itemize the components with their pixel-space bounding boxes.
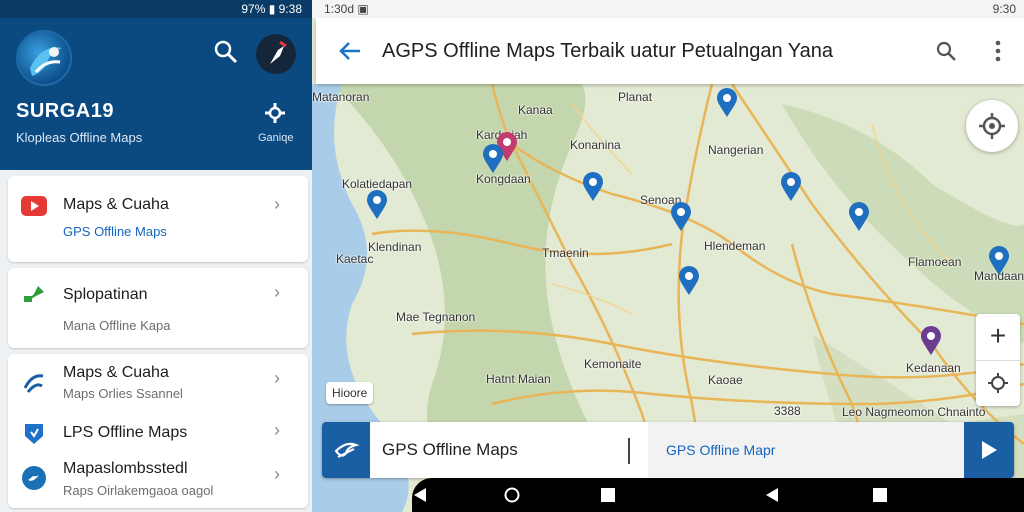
map-pin-icon[interactable] [670, 202, 692, 232]
place-label: Kanaa [518, 103, 553, 117]
chevron-right-icon: › [274, 282, 280, 302]
text-cursor [628, 438, 630, 464]
menu-item[interactable]: Maps & Cuaha Maps Orlies Ssannel › [8, 354, 308, 410]
map-pin-icon[interactable] [988, 246, 1010, 276]
map-pin-icon[interactable] [920, 326, 942, 356]
map-pin-icon[interactable] [366, 190, 388, 220]
menu-item-title: Maps & Cuaha [63, 364, 169, 381]
compass-icon[interactable] [256, 34, 296, 74]
app-root: 97% ▮ 9:38 SURGA19 Klopleas Offline Maps [0, 0, 1024, 512]
drawer-header: SURGA19 Klopleas Offline Maps Ganiqe [0, 18, 312, 170]
menu-card: Splopatinan Mana Offline Kapa › [8, 268, 308, 348]
place-label: Kongdaan [476, 172, 531, 186]
menu-item-subtitle: Raps Oirlakemgaoa oagol [63, 483, 214, 498]
menu-item[interactable]: LPS Offline Maps › [8, 414, 308, 452]
route-icon [322, 422, 370, 478]
place-label: Kedanaan [906, 361, 961, 375]
menu-item[interactable]: Mapaslombsstedl Raps Oirlakemgaoa oagol … [8, 456, 308, 508]
search-icon[interactable] [934, 39, 958, 63]
place-label: Hatnt Maian [486, 372, 551, 386]
go-button[interactable] [964, 422, 1014, 478]
target-icon [988, 372, 1008, 393]
menu-card: Maps & Cuaha Maps Orlies Ssannel › LPS O… [8, 354, 308, 508]
settings-icon[interactable] [264, 102, 286, 124]
bottom-bar-secondary: GPS Offline Mapr [648, 422, 966, 478]
map-app-bar: AGPS Offline Maps Terbaik uatur Petualng… [316, 18, 1024, 84]
menu-item-title: Mapaslombsstedl [63, 460, 188, 477]
nav-back-icon[interactable] [412, 487, 428, 503]
place-label: Kaoae [708, 373, 743, 387]
status-text: 97% ▮ 9:38 [241, 2, 302, 16]
bottom-bar-subtitle[interactable]: GPS Offline Mapr [666, 442, 775, 458]
right-status-bar: 1:30d ▣ 9:30 [312, 0, 1024, 18]
place-label: Flamoean [908, 255, 962, 269]
system-navigation-bar [412, 478, 1024, 512]
place-label: Leo Nagmeomon Chnainto [842, 405, 986, 419]
scale-badge: Hioore [326, 382, 374, 404]
place-label: Kaetac [336, 252, 374, 266]
menu-item[interactable]: Splopatinan Mana Offline Kapa › [8, 268, 308, 348]
bottom-bar-title: GPS Offline Maps [382, 440, 518, 459]
bottom-info-bar[interactable]: GPS Offline Maps GPS Offline Mapr [322, 422, 1014, 478]
map-pin-icon[interactable] [716, 88, 738, 118]
map-title: AGPS Offline Maps Terbaik uatur Petualng… [382, 40, 834, 62]
place-label: Tmaenin [542, 246, 589, 260]
twitter-icon [20, 464, 48, 492]
back-arrow-icon[interactable] [336, 37, 364, 65]
menu-item-title: LPS Offline Maps [63, 424, 188, 441]
nav-home-icon[interactable] [504, 487, 520, 503]
navigation-drawer: 97% ▮ 9:38 SURGA19 Klopleas Offline Maps [0, 0, 312, 512]
left-status-bar: 97% ▮ 9:38 [0, 0, 312, 18]
crosshair-icon [979, 113, 1005, 139]
settings-label[interactable]: Ganiqe [258, 132, 293, 144]
place-label: Mae Tegnanon [396, 310, 476, 324]
map-pin-icon[interactable] [848, 202, 870, 232]
youtube-icon [20, 192, 48, 220]
app-name: SURGA19 [16, 100, 114, 122]
menu-item-title: Maps & Cuaha [63, 196, 169, 213]
nav-recents-icon[interactable] [872, 487, 888, 503]
search-icon[interactable] [212, 38, 240, 66]
app-subtitle: Klopleas Offline Maps [16, 130, 143, 145]
map-screen: 1:30d ▣ 9:30 Matanoran Kanaa Planat Kong… [312, 0, 1024, 512]
app-logo-icon [16, 30, 72, 86]
place-label: Matanoran [312, 90, 370, 104]
recenter-button[interactable] [976, 360, 1020, 404]
map-pin-icon[interactable] [780, 172, 802, 202]
play-arrow-icon [982, 441, 997, 459]
chevron-right-icon: › [274, 368, 280, 388]
place-label: Konanina [570, 138, 621, 152]
menu-item-subtitle: Maps Orlies Ssannel [63, 386, 183, 401]
status-left: 1:30d ▣ [324, 2, 369, 16]
chevron-right-icon: › [274, 464, 280, 484]
status-right: 9:30 [992, 2, 1016, 16]
place-label: Nangerian [708, 143, 764, 157]
my-location-button[interactable] [966, 100, 1018, 152]
chevron-right-icon: › [274, 194, 280, 214]
map-pin-icon[interactable] [582, 172, 604, 202]
map-pin-icon[interactable] [678, 266, 700, 296]
menu-card: Maps & Cuaha GPS Offline Maps › [8, 176, 308, 262]
swirl-icon [20, 368, 48, 396]
place-label: 3388 [774, 404, 801, 418]
shield-icon [20, 420, 48, 448]
place-label: Klendinan [368, 240, 422, 254]
nav-recents-icon[interactable] [600, 487, 616, 503]
pin-icon [20, 280, 48, 308]
place-label: Hlendeman [704, 239, 766, 253]
menu-item[interactable]: Maps & Cuaha GPS Offline Maps › [8, 176, 308, 262]
menu-item-title: Splopatinan [63, 286, 148, 303]
place-label: Kemonaite [584, 357, 642, 371]
chevron-right-icon: › [274, 420, 280, 440]
menu-item-subtitle[interactable]: GPS Offline Maps [63, 224, 167, 239]
menu-item-subtitle: Mana Offline Kapa [63, 318, 171, 333]
place-label: Kolatiedapan [342, 177, 413, 191]
map-pin-icon[interactable] [482, 144, 504, 174]
zoom-controls: + [976, 314, 1020, 406]
zoom-in-button[interactable]: + [976, 314, 1020, 358]
place-label: Planat [618, 90, 653, 104]
more-vert-icon[interactable] [990, 38, 1006, 64]
nav-back-icon[interactable] [764, 487, 780, 503]
